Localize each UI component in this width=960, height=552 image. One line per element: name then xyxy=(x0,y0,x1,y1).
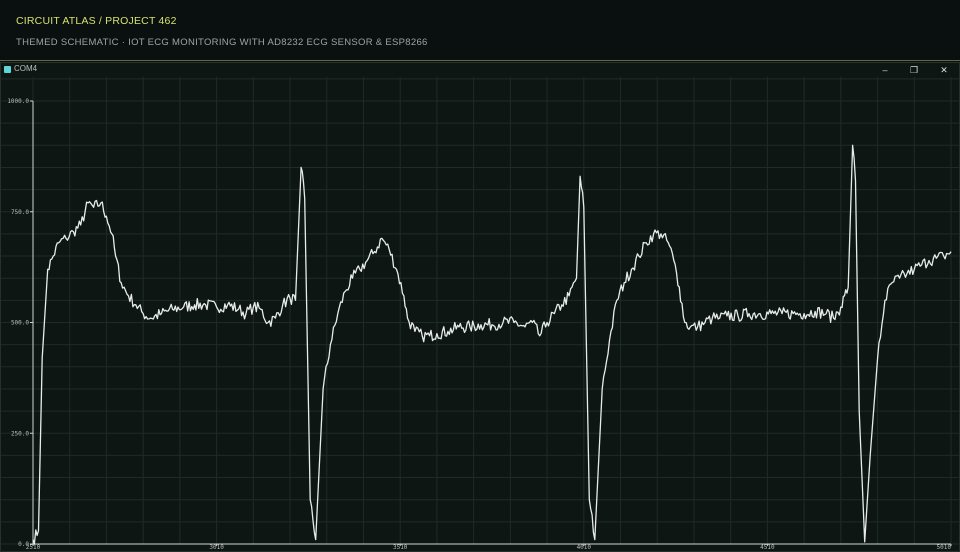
y-tick-label: 500.0 xyxy=(11,320,29,327)
serial-plotter-window: COM4 ‒ ❐ ✕ 1000.0 750.0 500.0 250.0 0.0 2510… xyxy=(0,62,960,552)
y-tick-label: 750.0 xyxy=(11,209,29,216)
x-axis-ticks: 2510 3010 3510 4010 4510 5010 xyxy=(26,544,952,551)
maximize-button[interactable]: ❐ xyxy=(907,63,921,77)
site-title: CIRCUIT ATLAS / PROJECT 462 xyxy=(16,15,177,27)
y-tick-label: 250.0 xyxy=(11,430,29,437)
window-title: COM4 xyxy=(14,64,38,73)
ecg-plot[interactable]: 1000.0750.0500.0250.00.0 2510 3010 3510 401… xyxy=(1,77,959,551)
page-header: CIRCUIT ATLAS / PROJECT 462 THEMED SCHEM… xyxy=(0,0,960,61)
port-status-icon xyxy=(4,66,11,73)
close-button[interactable]: ✕ xyxy=(937,63,951,77)
window-titlebar[interactable]: COM4 ‒ ❐ ✕ xyxy=(1,63,959,77)
y-tick-label: 1000.0 xyxy=(7,98,29,105)
x-tick-label: 3010 xyxy=(209,544,224,551)
x-tick-label: 3510 xyxy=(393,544,408,551)
x-tick-label: 4010 xyxy=(577,544,592,551)
plot-grid xyxy=(1,77,959,545)
project-subtitle: THEMED SCHEMATIC · IOT ECG MONITORING WI… xyxy=(16,37,428,48)
minimize-button[interactable]: ‒ xyxy=(878,63,892,77)
x-tick-label: 5010 xyxy=(937,544,952,551)
x-tick-label: 4510 xyxy=(760,544,775,551)
x-tick-label: 2510 xyxy=(26,544,41,551)
